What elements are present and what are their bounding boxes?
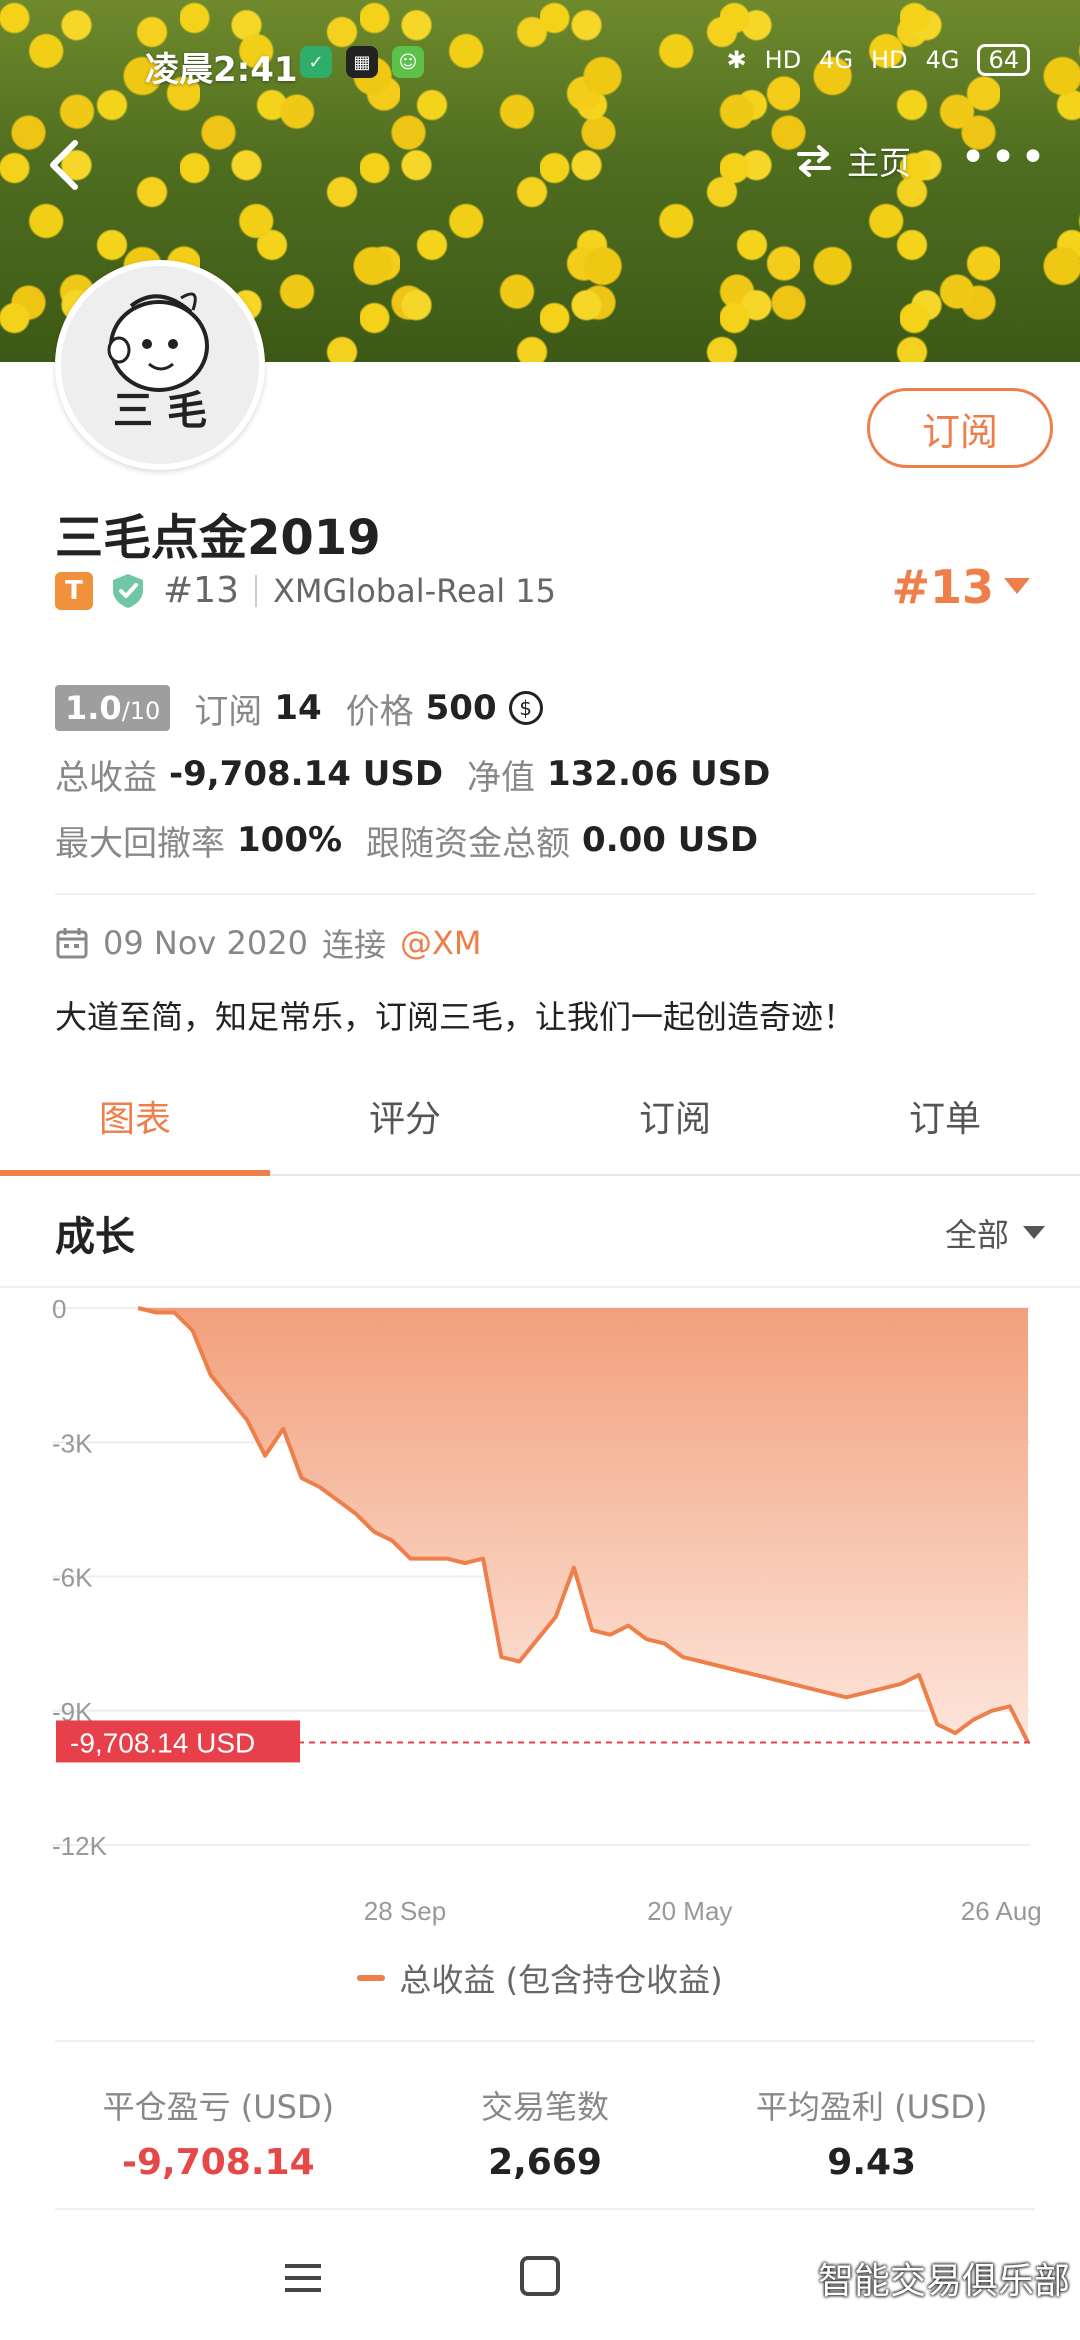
back-arrow-icon [50, 140, 78, 190]
stats-line-1: 1.0/10 订阅 14 价格 500 $ [55, 675, 1035, 741]
stats-line-3: 最大回撤率 100% 跟随资金总额 0.00 USD [55, 807, 1035, 873]
growth-section-header: 成长 全部 [0, 1178, 1080, 1288]
stats-line-2: 总收益 -9,708.14 USD 净值 132.06 USD [55, 741, 1035, 807]
signal-icon-2: 4G [925, 46, 960, 74]
price-value: 500 [425, 688, 497, 728]
status-time: 凌晨2:41 [145, 50, 298, 90]
back-button[interactable] [45, 135, 95, 195]
status-right-icons: ✱ HD 4G HD 4G 64 [727, 44, 1030, 76]
score-value: 1.0 [65, 689, 122, 727]
more-dots-icon: ••• [960, 132, 1050, 183]
summary-value: 2,669 [488, 2142, 602, 2183]
price-label: 价格 [345, 691, 414, 732]
hd-icon-1: HD [764, 46, 802, 74]
growth-chart-svg: 0-3K-6K-9K-12K-9,708.14 USD28 Sep 20 May 2… [52, 1294, 1042, 1926]
system-nav-bar: 智能交易俱乐部 [0, 2230, 1080, 2340]
rank-value: #13 [891, 560, 994, 614]
summary-stats: 平仓盈亏 (USD) -9,708.14 交易笔数 2,669 平均盈利 (US… [55, 2040, 1035, 2210]
calendar-icon [56, 928, 88, 959]
tab-bar: 图表 评分 订阅 订单 [0, 1070, 1080, 1176]
summary-label: 交易笔数 [481, 2088, 610, 2126]
score-max: /10 [121, 697, 161, 725]
tab-chart[interactable]: 图表 [0, 1070, 270, 1176]
growth-chart: 0 -3K -6K -9K -12K -9,708.14 USD 28 Sep 20 May 2… [0, 1294, 1080, 1950]
menu-icon[interactable] [283, 2258, 323, 2298]
series-area [138, 1308, 1028, 1743]
tab-subscriptions[interactable]: 订阅 [540, 1070, 810, 1174]
tab-rating[interactable]: 评分 [270, 1070, 540, 1174]
watermark-text: 智能交易俱乐部 [817, 2261, 1070, 2302]
connect-date: 09 Nov 2020 [103, 924, 308, 962]
legend-swatch [357, 1975, 386, 1981]
top-nav: 主页 ••• [0, 130, 1080, 200]
rank-badge: #13 [163, 570, 239, 611]
y-tick-label: -3K [52, 1428, 93, 1458]
section-title: 成长 [55, 1214, 135, 1260]
coin-icon: $ [508, 691, 543, 725]
score-badge: 1.0/10 [55, 685, 171, 731]
home-button[interactable]: 主页 [795, 138, 911, 184]
x-tick-label: 26 Aug [961, 1896, 1042, 1926]
hd-icon-2: HD [871, 46, 908, 74]
profile-badges: T #13 XMGlobal-Real 15 [55, 570, 556, 611]
server-name: XMGlobal-Real 15 [272, 571, 557, 610]
y-tick-label: -6K [52, 1563, 93, 1593]
caret-down-icon [1004, 578, 1030, 594]
rank-dropdown[interactable]: #13 [891, 560, 1030, 614]
avatar-text: 三 毛 [113, 387, 207, 434]
max-drawdown-label: 最大回撤率 [55, 823, 225, 864]
y-tick-label: -12K [52, 1831, 108, 1861]
divider [254, 574, 257, 607]
status-bar: 凌晨2:41 ✓ ▦ ☺ ✱ HD 4G HD 4G 64 [0, 40, 1080, 90]
bluetooth-icon: ✱ [726, 46, 747, 74]
divider-line [55, 893, 1035, 895]
max-drawdown-value: 100% [237, 820, 343, 860]
follow-funds-value: 0.00 USD [582, 820, 759, 860]
current-value-label: -9,708.14 USD [70, 1727, 255, 1758]
tier-badge: T [55, 571, 93, 610]
summary-label: 平均盈利 (USD) [755, 2088, 988, 2126]
broker-link[interactable]: @XM [400, 924, 482, 962]
summary-avg-profit: 平均盈利 (USD) 9.43 [708, 2042, 1035, 2208]
battery-icon: 64 [977, 44, 1030, 76]
mi-app-icon: ▦ [346, 46, 378, 78]
caret-down-icon [1023, 1226, 1045, 1239]
summary-closed-pnl: 平仓盈亏 (USD) -9,708.14 [55, 2042, 382, 2208]
range-filter-dropdown[interactable]: 全部 [945, 1210, 1045, 1256]
avatar[interactable]: 三 毛 [55, 260, 265, 470]
home-square-icon[interactable] [520, 2256, 560, 2296]
y-tick-label: 0 [52, 1300, 66, 1324]
connect-info: 09 Nov 2020 连接 @XM [55, 920, 482, 966]
verified-shield-icon [113, 573, 143, 608]
bio-text: 大道至简，知足常乐，订阅三毛，让我们一起创造奇迹！ [55, 998, 856, 1036]
summary-trades: 交易笔数 2,669 [382, 2042, 709, 2208]
more-options-button[interactable]: ••• [960, 136, 1050, 180]
filter-label: 全部 [944, 1216, 1009, 1254]
equity-value: 132.06 USD [547, 754, 771, 794]
equity-label: 净值 [467, 757, 536, 798]
shield-app-icon: ✓ [300, 46, 332, 78]
signal-icon-1: 4G [819, 46, 854, 74]
subscribe-button[interactable]: 订阅 [867, 388, 1053, 468]
follow-funds-label: 跟随资金总额 [366, 823, 571, 864]
summary-value: -9,708.14 [122, 2142, 315, 2183]
x-tick-label: 20 May [647, 1896, 732, 1926]
summary-value: 9.43 [827, 2142, 917, 2183]
chart-legend: 总收益 (包含持仓收益) [0, 1955, 1080, 2001]
chat-app-icon: ☺ [392, 46, 424, 78]
total-profit-value: -9,708.14 USD [169, 754, 444, 794]
switch-icon [797, 145, 831, 177]
status-app-icons: ✓ ▦ ☺ [300, 46, 424, 78]
subscribers-value: 14 [274, 688, 322, 728]
connect-label: 连接 [321, 926, 386, 964]
stats-block: 1.0/10 订阅 14 价格 500 $ 总收益 -9,708.14 USD … [55, 675, 1035, 873]
x-tick-label: 28 Sep [364, 1896, 446, 1926]
subscribers-label: 订阅 [194, 691, 263, 732]
total-profit-label: 总收益 [55, 757, 157, 798]
home-label: 主页 [847, 144, 912, 182]
legend-label: 总收益 (包含持仓收益) [399, 1961, 723, 1999]
summary-label: 平仓盈亏 (USD) [102, 2088, 335, 2126]
tab-orders[interactable]: 订单 [810, 1070, 1080, 1174]
profile-name: 三毛点金2019 [55, 510, 381, 566]
